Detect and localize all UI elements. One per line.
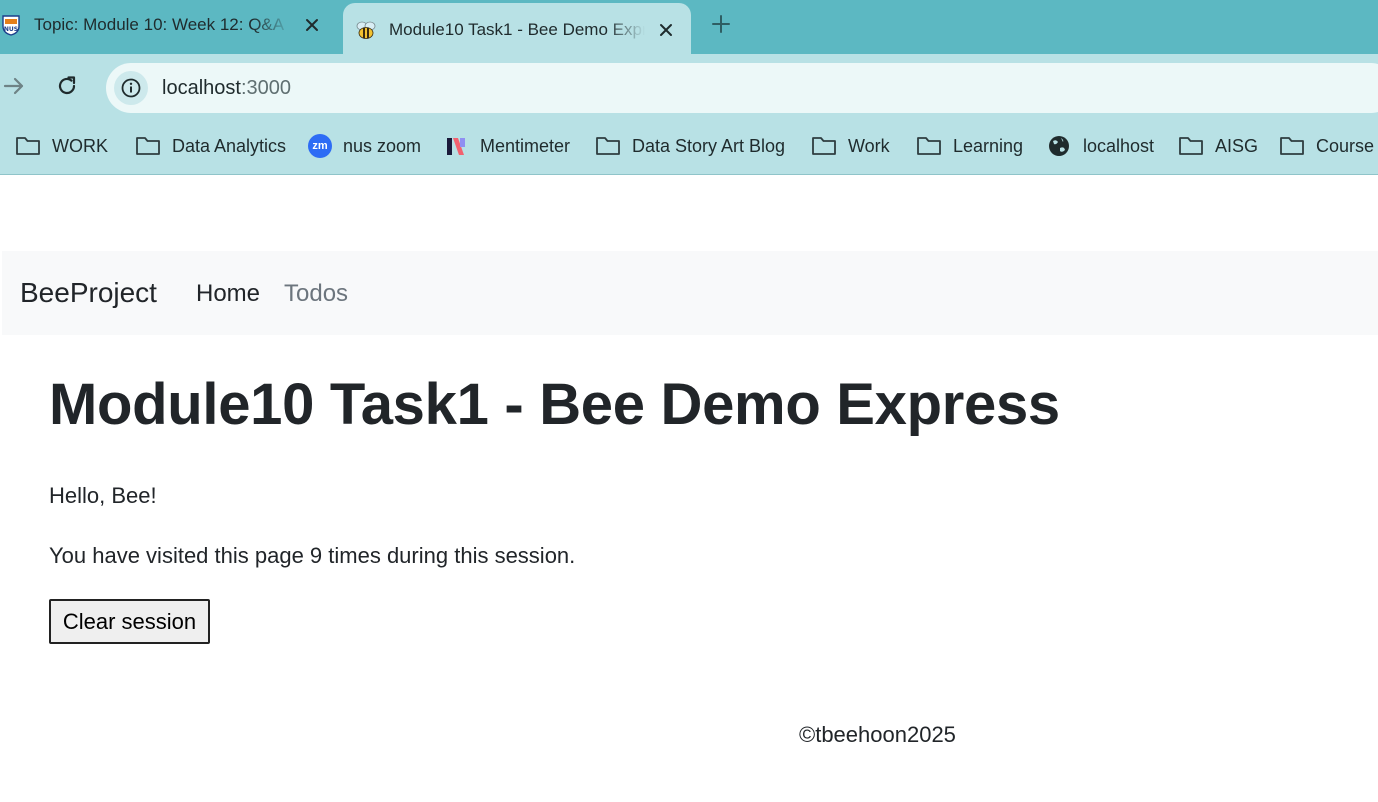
bookmark-label: Course	[1316, 135, 1375, 156]
bee-icon	[355, 19, 377, 41]
bookmark-label: Mentimeter	[480, 135, 571, 156]
bookmark-course[interactable]: Course	[1279, 132, 1374, 160]
tab-strip: NUS Topic: Module 10: Week 12: Q&A Modul…	[0, 0, 1378, 57]
bookmark-label: localhost	[1083, 135, 1155, 156]
url-port: :3000	[240, 76, 291, 99]
folder-icon	[135, 134, 161, 158]
page-title: Module10 Task1 - Bee Demo Express	[49, 372, 1060, 437]
nav-link-home[interactable]: Home	[196, 280, 260, 308]
folder-icon	[595, 134, 621, 158]
folder-icon	[1178, 134, 1204, 158]
zoom-icon: zm	[308, 134, 332, 158]
tab-bee-demo-express[interactable]: Module10 Task1 - Bee Demo Express	[343, 3, 691, 57]
bookmark-learning[interactable]: Learning	[916, 132, 1023, 160]
clear-session-button[interactable]: Clear session	[49, 599, 210, 644]
greeting-text: Hello, Bee!	[49, 483, 157, 508]
bookmark-label: Data Story Art Blog	[632, 135, 786, 156]
tab-title: Module10 Task1 - Bee Demo Express	[389, 20, 645, 39]
bookmark-data-story-art-blog[interactable]: Data Story Art Blog	[595, 132, 785, 160]
folder-icon	[916, 134, 942, 158]
bookmark-label: WORK	[52, 135, 108, 156]
page-viewport: BeeProject Home Todos Module10 Task1 - B…	[0, 175, 1378, 802]
site-info-icon[interactable]	[114, 71, 148, 105]
mentimeter-icon	[443, 134, 469, 158]
bookmark-label: nus zoom	[343, 135, 422, 156]
navbar-brand[interactable]: BeeProject	[20, 277, 157, 309]
url-host: localhost	[162, 76, 241, 99]
footer-copyright: ©tbeehoon2025	[799, 722, 956, 747]
bookmark-aisg[interactable]: AISG	[1178, 132, 1258, 160]
folder-icon	[811, 134, 837, 158]
address-bar[interactable]: localhost:3000	[106, 63, 1378, 113]
bookmark-label: Learning	[953, 135, 1024, 156]
folder-icon	[15, 134, 41, 158]
bookmark-mentimeter[interactable]: Mentimeter	[443, 132, 570, 160]
site-navbar: BeeProject Home Todos	[2, 251, 1378, 335]
new-tab-icon[interactable]	[708, 11, 734, 37]
close-tab-icon[interactable]	[653, 17, 679, 43]
bookmark-data-analytics[interactable]: Data Analytics	[135, 132, 286, 160]
globe-icon	[1046, 134, 1072, 158]
visit-count-text: You have visited this page 9 times durin…	[49, 543, 576, 568]
forward-arrow-icon[interactable]	[0, 72, 28, 100]
bookmark-label: Data Analytics	[172, 135, 287, 156]
bookmarks-bar: WORK Data Analytics zm nus zoom Mentimet…	[0, 118, 1378, 175]
folder-icon	[1279, 134, 1305, 158]
bookmark-localhost[interactable]: localhost	[1046, 132, 1154, 160]
bookmark-nus-zoom[interactable]: zm nus zoom	[308, 132, 421, 160]
close-tab-icon[interactable]	[299, 12, 325, 38]
svg-text:NUS: NUS	[4, 26, 18, 33]
reload-icon[interactable]	[53, 72, 81, 100]
nus-logo-icon: NUS	[0, 14, 22, 36]
tab-topic-module10[interactable]: NUS Topic: Module 10: Week 12: Q&A	[0, 0, 335, 50]
bookmark-work-folder[interactable]: WORK	[15, 132, 108, 160]
nav-link-todos[interactable]: Todos	[284, 280, 348, 308]
bookmark-work[interactable]: Work	[811, 132, 890, 160]
tab-title: Topic: Module 10: Week 12: Q&A	[34, 15, 285, 34]
browser-toolbar: localhost:3000	[0, 54, 1378, 118]
bookmark-label: Work	[848, 135, 890, 156]
bookmark-label: AISG	[1215, 135, 1259, 156]
url-text: localhost:3000	[162, 77, 291, 100]
